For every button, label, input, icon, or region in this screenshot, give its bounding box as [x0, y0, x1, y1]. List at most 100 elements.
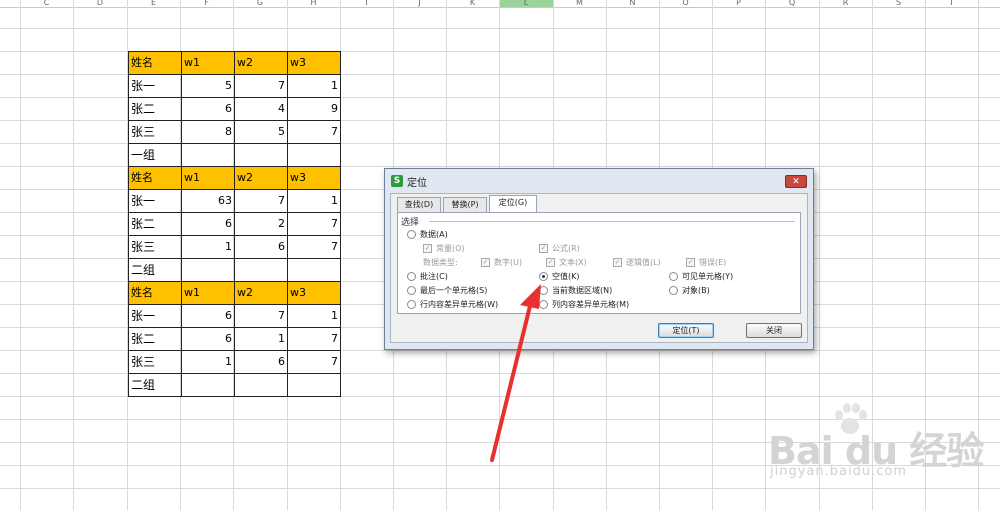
column-header[interactable]: G: [233, 0, 287, 7]
table-cell[interactable]: [181, 258, 235, 282]
option-visible-cells[interactable]: 可见单元格(Y): [669, 271, 733, 282]
close-button[interactable]: 关闭: [746, 323, 802, 338]
column-header[interactable]: M: [553, 0, 606, 7]
column-header[interactable]: J: [393, 0, 446, 7]
header-cell[interactable]: w2: [234, 281, 288, 305]
table-cell[interactable]: 7: [234, 74, 288, 98]
header-cell[interactable]: 姓名: [128, 281, 182, 305]
table-cell[interactable]: 1: [287, 74, 341, 98]
table-cell[interactable]: [287, 258, 341, 282]
table-cell[interactable]: [287, 373, 341, 397]
column-header[interactable]: D: [73, 0, 127, 7]
column-header[interactable]: I: [340, 0, 393, 7]
table-cell[interactable]: 张一: [128, 304, 182, 328]
table-cell[interactable]: 张二: [128, 212, 182, 236]
tab-replace[interactable]: 替换(P): [443, 197, 487, 212]
header-cell[interactable]: w1: [181, 281, 235, 305]
header-cell[interactable]: 姓名: [128, 166, 182, 190]
option-blank[interactable]: 空值(K): [539, 271, 580, 282]
option-col-diff[interactable]: 列内容差异单元格(M): [539, 299, 629, 310]
tab-find[interactable]: 查找(D): [397, 197, 441, 212]
header-cell[interactable]: 姓名: [128, 51, 182, 75]
dialog-close-button[interactable]: ✕: [785, 175, 807, 188]
locate-button[interactable]: 定位(T): [658, 323, 714, 338]
table-cell[interactable]: 7: [287, 350, 341, 374]
header-cell[interactable]: w1: [181, 166, 235, 190]
table-cell[interactable]: 6: [181, 304, 235, 328]
table-cell[interactable]: 7: [287, 212, 341, 236]
header-cell[interactable]: w3: [287, 166, 341, 190]
table-cell[interactable]: [181, 373, 235, 397]
column-header[interactable]: K: [446, 0, 499, 7]
table-cell[interactable]: 一组: [128, 143, 182, 167]
column-header[interactable]: S: [872, 0, 925, 7]
header-cell[interactable]: w2: [234, 51, 288, 75]
table-cell[interactable]: 二组: [128, 373, 182, 397]
table-cell[interactable]: 张三: [128, 120, 182, 144]
dialog-titlebar[interactable]: S 定位 ✕: [385, 169, 813, 193]
table-cell[interactable]: 1: [287, 304, 341, 328]
column-header[interactable]: E: [127, 0, 180, 7]
column-header[interactable]: F: [180, 0, 233, 7]
option-object[interactable]: 对象(B): [669, 285, 710, 296]
table-cell[interactable]: 张一: [128, 189, 182, 213]
header-cell[interactable]: w2: [234, 166, 288, 190]
table-cell[interactable]: 8: [181, 120, 235, 144]
header-cell[interactable]: w3: [287, 51, 341, 75]
column-header[interactable]: O: [659, 0, 712, 7]
table-cell[interactable]: 1: [234, 327, 288, 351]
table-cell[interactable]: 7: [234, 189, 288, 213]
column-header[interactable]: H: [287, 0, 340, 7]
table-cell[interactable]: 张二: [128, 97, 182, 121]
table-row: 二组: [128, 373, 341, 397]
table-cell[interactable]: 9: [287, 97, 341, 121]
checkbox-text: ✓ 文本(X): [546, 258, 587, 267]
option-row-diff[interactable]: 行内容差异单元格(W): [407, 299, 498, 310]
table-cell[interactable]: 1: [181, 235, 235, 259]
table-cell[interactable]: 张三: [128, 350, 182, 374]
table-cell[interactable]: 7: [234, 304, 288, 328]
column-header[interactable]: T: [925, 0, 978, 7]
table-cell[interactable]: 6: [234, 235, 288, 259]
header-cell[interactable]: w3: [287, 281, 341, 305]
table-cell[interactable]: 5: [234, 120, 288, 144]
group-label-select: 选择: [401, 215, 420, 228]
table-cell[interactable]: 6: [234, 350, 288, 374]
table-cell[interactable]: 7: [287, 235, 341, 259]
table-cell[interactable]: 张三: [128, 235, 182, 259]
table-cell[interactable]: 4: [234, 97, 288, 121]
table-cell[interactable]: 1: [287, 189, 341, 213]
table-header-row: 姓名 w1 w2 w3: [128, 51, 341, 75]
column-header[interactable]: N: [606, 0, 659, 7]
option-current-region[interactable]: 当前数据区域(N): [539, 285, 612, 296]
tab-goto[interactable]: 定位(G): [489, 195, 537, 213]
option-data[interactable]: 数据(A): [407, 229, 448, 240]
checkbox-icon: ✓: [686, 258, 695, 267]
table-row: 张一 63 7 1: [128, 189, 341, 213]
column-header[interactable]: L: [499, 0, 553, 7]
table-cell[interactable]: 5: [181, 74, 235, 98]
table-cell[interactable]: 63: [181, 189, 235, 213]
table-cell[interactable]: 6: [181, 212, 235, 236]
table-cell[interactable]: 二组: [128, 258, 182, 282]
option-last-cell[interactable]: 最后一个单元格(S): [407, 285, 487, 296]
table-cell[interactable]: 6: [181, 97, 235, 121]
table-cell[interactable]: 1: [181, 350, 235, 374]
table-cell[interactable]: 7: [287, 327, 341, 351]
table-cell[interactable]: 张二: [128, 327, 182, 351]
header-cell[interactable]: w1: [181, 51, 235, 75]
table-cell[interactable]: 7: [287, 120, 341, 144]
table-cell[interactable]: [234, 373, 288, 397]
table-cell[interactable]: [287, 143, 341, 167]
table-cell[interactable]: [234, 258, 288, 282]
table-cell[interactable]: 2: [234, 212, 288, 236]
table-cell[interactable]: [181, 143, 235, 167]
column-header[interactable]: C: [20, 0, 73, 7]
column-header[interactable]: Q: [765, 0, 819, 7]
table-cell[interactable]: [234, 143, 288, 167]
option-comment[interactable]: 批注(C): [407, 271, 448, 282]
column-header[interactable]: P: [712, 0, 765, 7]
table-cell[interactable]: 张一: [128, 74, 182, 98]
table-cell[interactable]: 6: [181, 327, 235, 351]
column-header[interactable]: R: [819, 0, 872, 7]
